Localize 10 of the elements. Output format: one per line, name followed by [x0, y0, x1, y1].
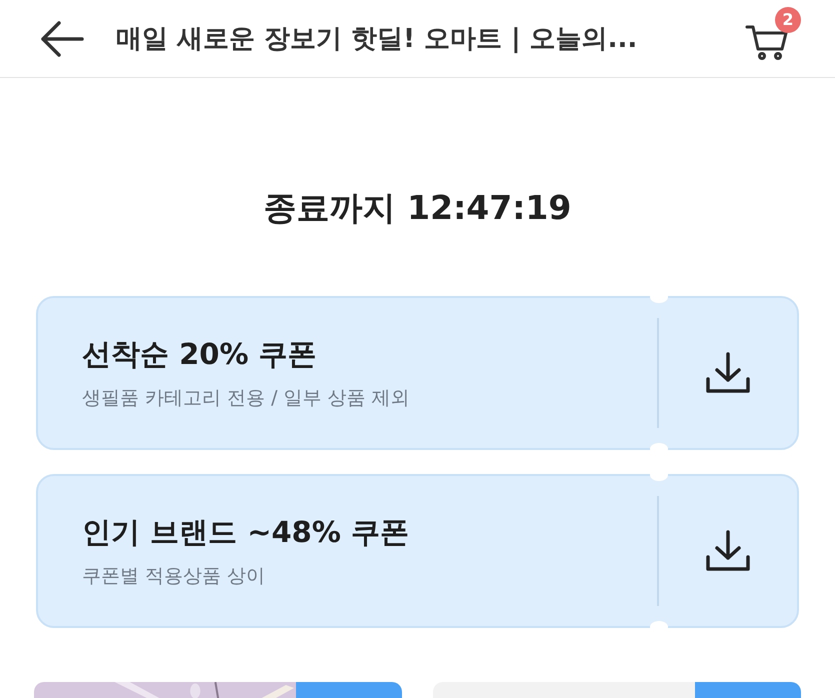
coupon-title: 인기 브랜드 ~48% 쿠폰 — [82, 514, 410, 551]
cart-count-badge: 2 — [775, 6, 801, 32]
back-arrow-icon[interactable] — [40, 20, 84, 56]
countdown-text: 종료까지 12:47:19 — [262, 187, 572, 229]
download-icon[interactable] — [704, 529, 752, 573]
coupon-title: 선착순 20% 쿠폰 — [82, 336, 318, 373]
download-icon[interactable] — [704, 351, 752, 395]
page-title: 매일 새로운 장보기 핫딜! 오마트 | 오늘의... — [116, 23, 638, 56]
coupon-description: 생필품 카테고리 전용 / 일부 상품 제외 — [82, 386, 411, 411]
coupon-description: 쿠폰별 적용상품 상이 — [82, 564, 266, 589]
